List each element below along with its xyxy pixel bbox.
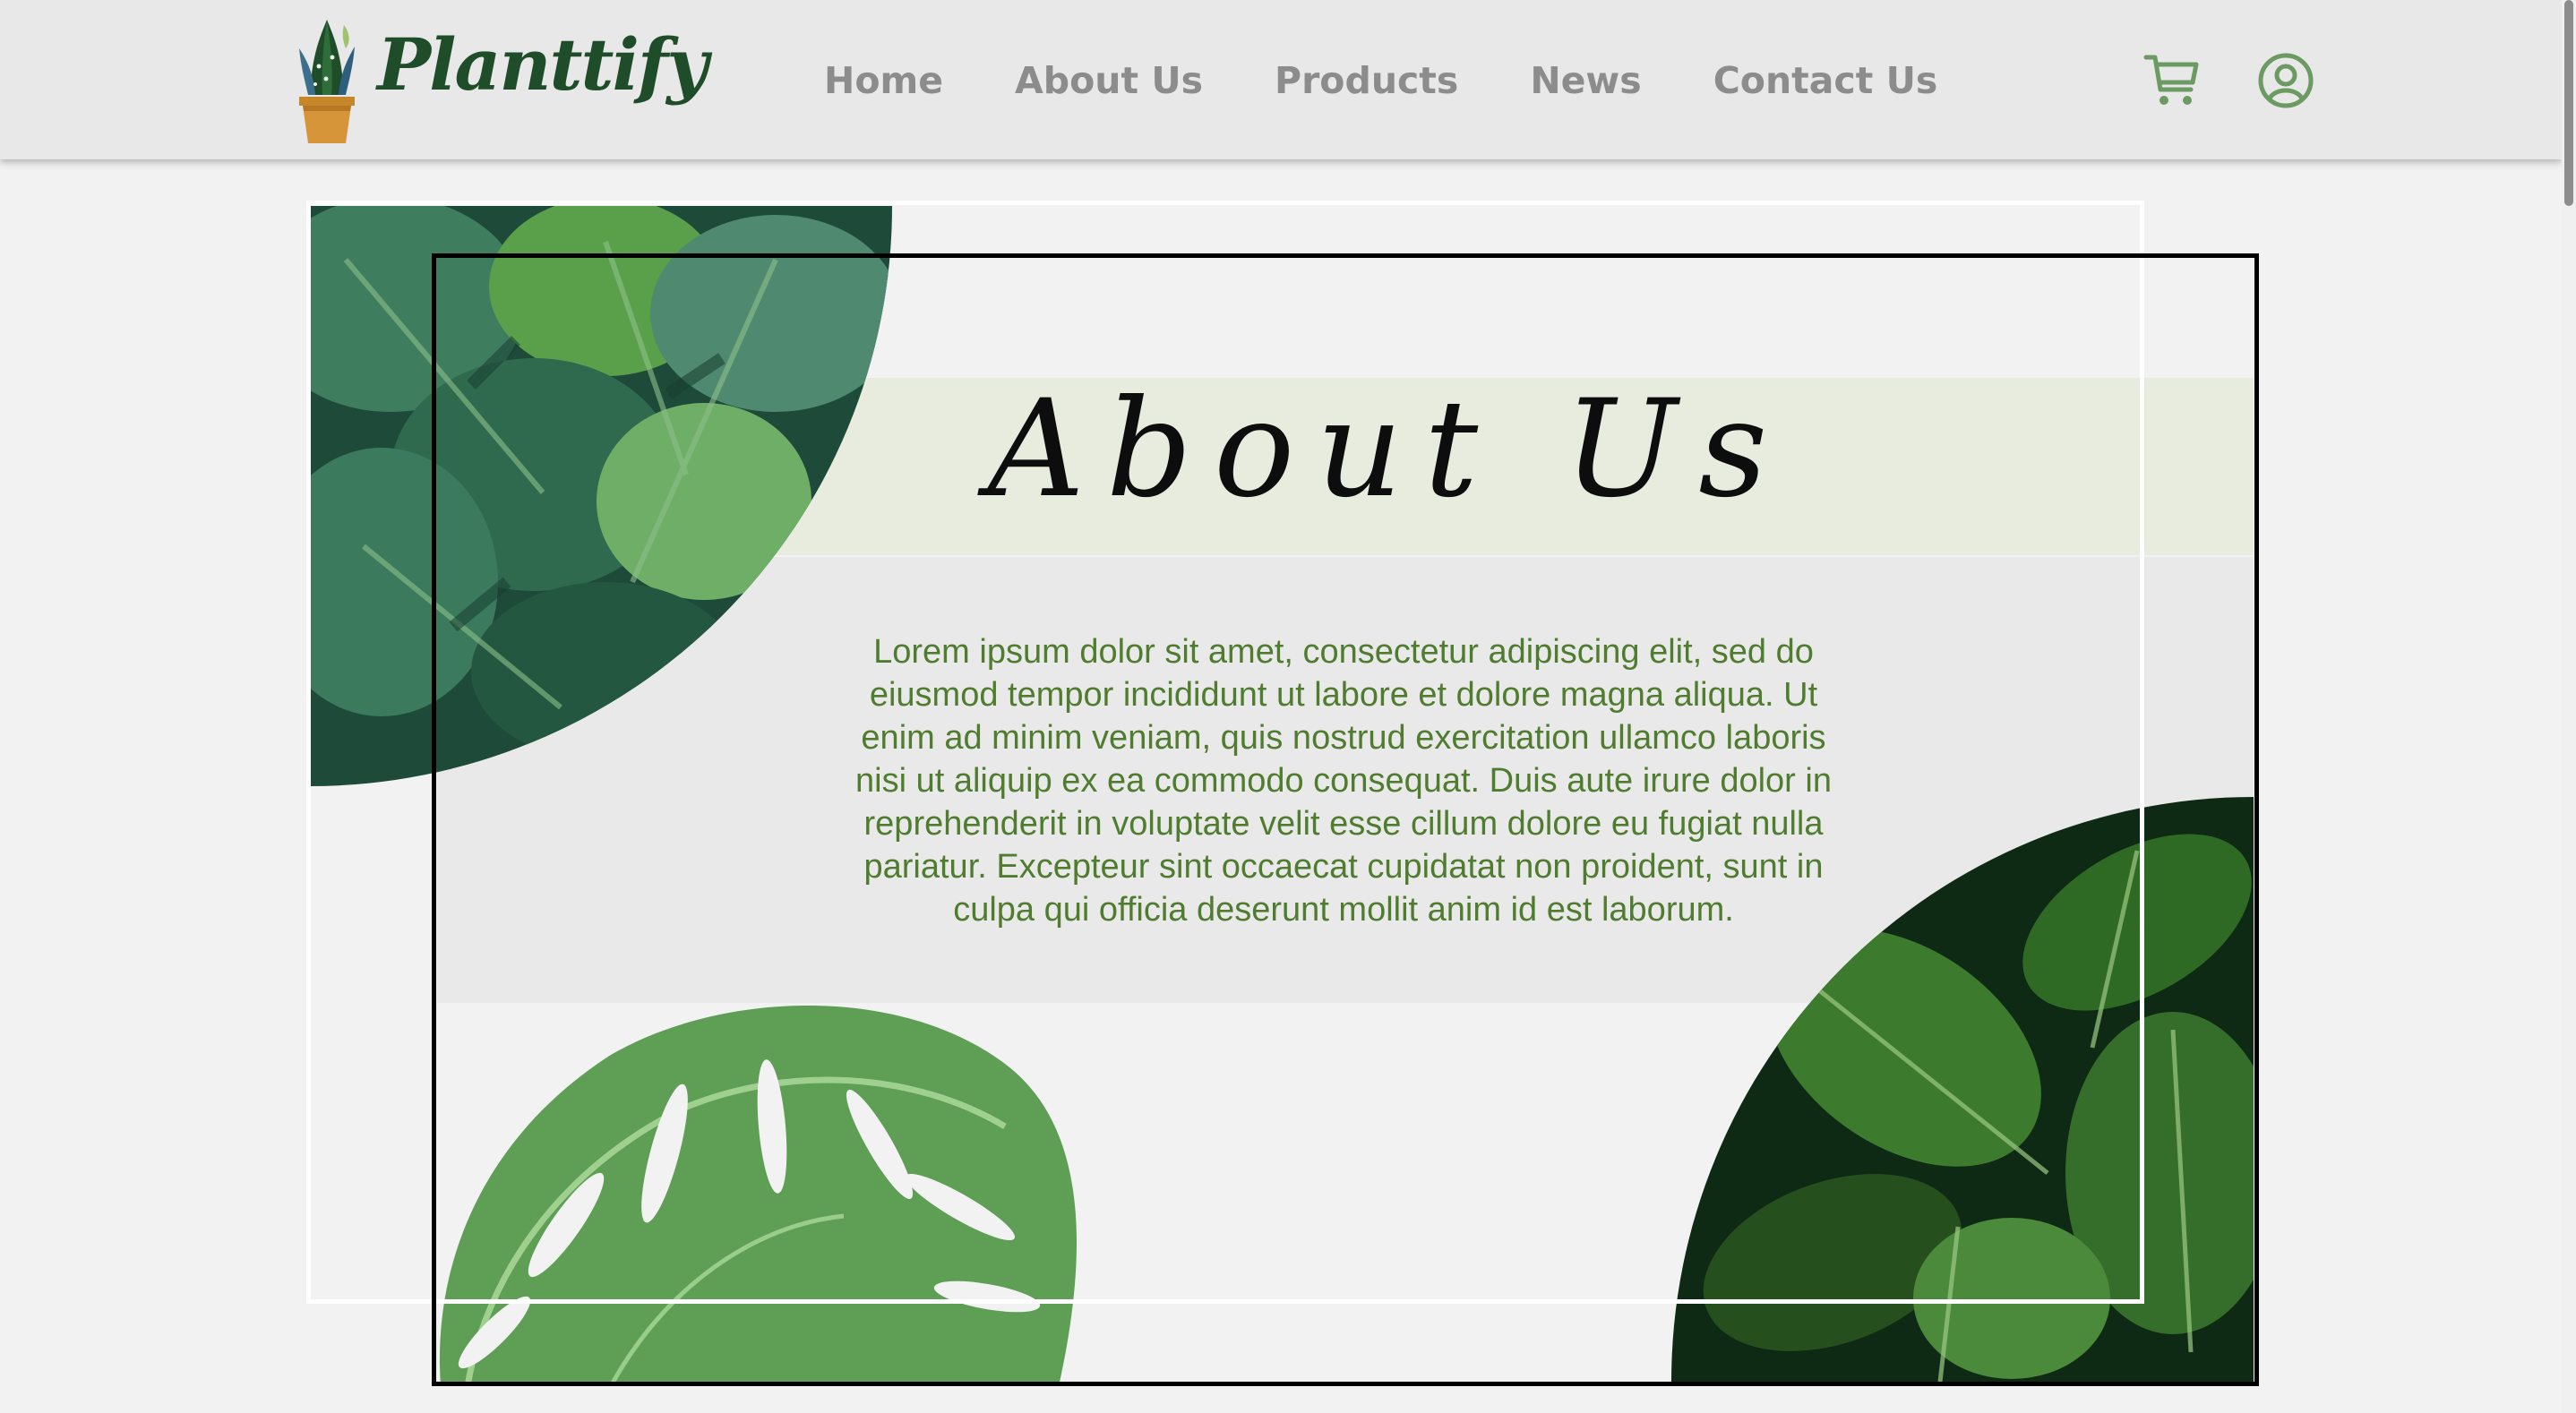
nav-about-us[interactable]: About Us	[1015, 54, 1203, 107]
nav-news[interactable]: News	[1530, 54, 1641, 107]
decorative-black-frame	[432, 253, 2259, 1386]
nav-home[interactable]: Home	[824, 54, 943, 107]
scrollbar-thumb[interactable]	[2564, 0, 2573, 206]
page-scrollbar[interactable]	[2562, 0, 2576, 1413]
site-header: Planttify Home About Us Products News Co…	[0, 0, 2562, 159]
brand-name: Planttify	[377, 22, 708, 107]
shopping-cart-icon[interactable]	[2142, 50, 2202, 109]
main-nav: Home About Us Products News Contact Us	[824, 54, 1937, 107]
nav-products[interactable]: Products	[1275, 54, 1458, 107]
brand-logo[interactable]: Planttify	[292, 13, 708, 147]
user-circle-icon[interactable]	[2257, 52, 2314, 109]
nav-contact-us[interactable]: Contact Us	[1713, 54, 1938, 107]
potted-plant-icon	[299, 20, 355, 143]
